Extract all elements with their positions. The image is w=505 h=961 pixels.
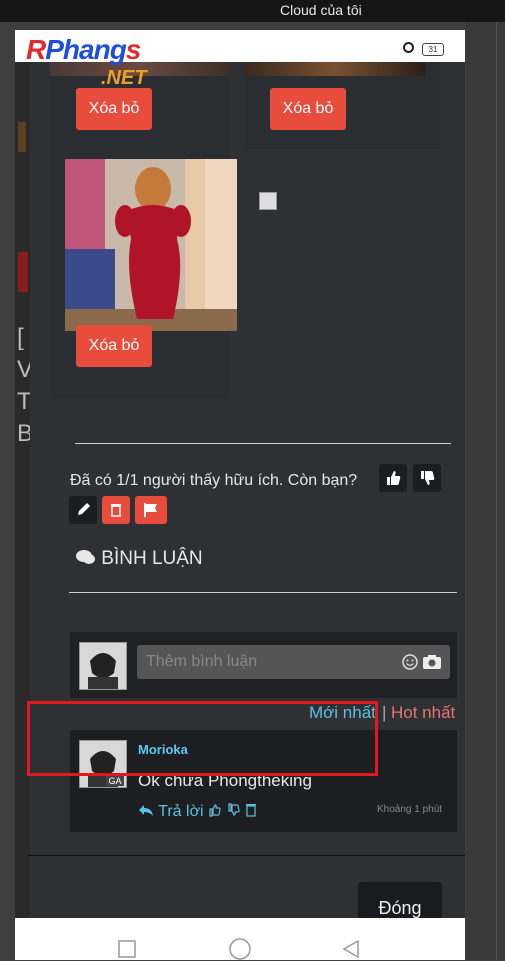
divider	[75, 443, 451, 444]
comment-input[interactable]	[137, 645, 396, 679]
current-user-avatar	[79, 642, 127, 690]
alarm-icon	[403, 42, 414, 53]
delete-review-button[interactable]	[102, 496, 130, 524]
thumbs-down-button[interactable]	[413, 464, 441, 492]
recent-apps-icon[interactable]	[118, 940, 136, 958]
flag-icon	[144, 503, 157, 517]
thumbs-up-button[interactable]	[379, 464, 407, 492]
sort-separator: |	[382, 703, 387, 722]
helpful-text: Đã có 1/1 người thấy hữu ích. Còn bạn?	[70, 472, 358, 489]
comments-icon	[76, 550, 95, 564]
sort-hot-link[interactable]: Hot nhất	[391, 703, 455, 723]
reply-link[interactable]: Trả lời	[158, 803, 203, 820]
dislike-icon[interactable]	[227, 803, 241, 817]
site-header: RPhangs .NET 31	[15, 30, 465, 89]
thumbs-up-icon	[387, 471, 401, 485]
modal-footer-divider	[28, 855, 465, 856]
pencil-icon	[78, 503, 90, 515]
site-logo-suffix: .NET	[101, 67, 147, 89]
annotation-highlight-box	[27, 701, 378, 776]
back-icon[interactable]	[341, 939, 361, 959]
site-logo[interactable]: RPhangs .NET	[26, 34, 147, 89]
background-page: [V T B	[15, 62, 30, 922]
delete-button[interactable]: Xóa bỏ	[76, 325, 152, 367]
comment-field	[137, 645, 450, 679]
android-nav-bar	[15, 918, 465, 960]
broken-image-icon	[259, 192, 277, 210]
thumbs-down-icon	[421, 471, 435, 485]
camera-icon[interactable]	[422, 654, 442, 670]
like-icon[interactable]	[208, 803, 222, 817]
comments-heading: BÌNH LUẬN	[76, 548, 203, 570]
trash-icon	[111, 504, 121, 517]
emoji-icon[interactable]	[402, 654, 418, 670]
delete-comment-icon[interactable]	[245, 803, 257, 817]
report-button[interactable]	[135, 496, 167, 524]
gallery-card	[245, 149, 440, 399]
window-title: Cloud của tôi	[280, 2, 362, 18]
window-titlebar: Cloud của tôi	[0, 0, 505, 22]
phone-screen: [V T B Xóa bỏ Xóa bỏ Xóa bỏ Đã có 1/1 ng…	[15, 30, 465, 960]
gallery-photo	[65, 159, 237, 331]
gallery-card: Xóa bỏ	[50, 149, 237, 399]
divider	[69, 592, 457, 593]
comment-actions: Trả lời	[138, 803, 257, 821]
home-icon[interactable]	[228, 937, 252, 961]
comment-modal: Xóa bỏ Xóa bỏ Xóa bỏ Đã có 1/1 người thấ…	[30, 62, 465, 922]
background-text: [V T B	[17, 324, 30, 447]
edit-button[interactable]	[69, 496, 97, 524]
window-side-panel	[466, 22, 505, 960]
delete-button[interactable]: Xóa bỏ	[76, 88, 152, 130]
comment-time: Khoảng 1 phút	[377, 804, 443, 815]
comments-heading-label: BÌNH LUẬN	[101, 548, 203, 569]
avatar-badge: GA	[108, 776, 121, 786]
reply-icon[interactable]	[138, 803, 154, 817]
delete-button[interactable]: Xóa bỏ	[270, 88, 346, 130]
gallery-image	[245, 62, 425, 76]
battery-icon: 31	[422, 43, 444, 56]
